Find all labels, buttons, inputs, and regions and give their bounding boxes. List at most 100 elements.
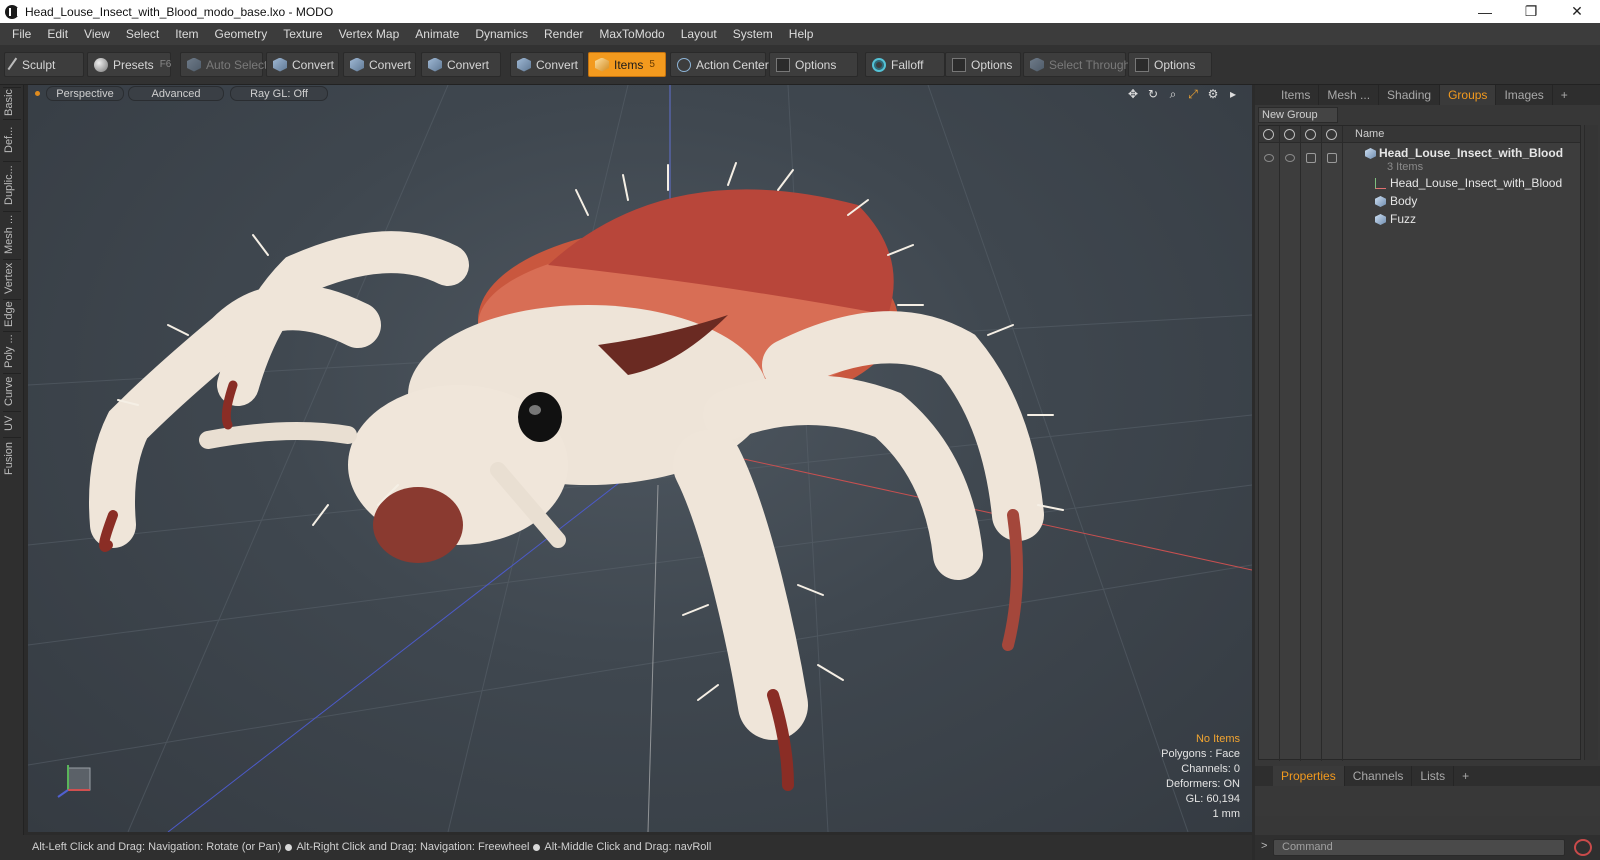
command-history-icon[interactable] — [1574, 839, 1592, 856]
convert-button-3[interactable]: Convert — [421, 52, 501, 77]
scene-render[interactable] — [28, 85, 1252, 832]
menu-maxtomodo[interactable]: MaxToModo — [591, 23, 672, 45]
close-button[interactable]: ✕ — [1554, 0, 1600, 23]
menu-dynamics[interactable]: Dynamics — [467, 23, 536, 45]
viewport-nav-icons: ✥ ↻ ⌕ ⤢ ⚙ ▸ — [1126, 87, 1240, 102]
lock-header-icon[interactable] — [1305, 129, 1316, 140]
sculpt-button[interactable]: Sculpt — [4, 52, 84, 77]
tree-row-group[interactable]: Head_Louse_Insect_with_Blood 3 Items — [1259, 144, 1580, 174]
convert-icon — [517, 57, 531, 72]
visibility-header-eye-icon[interactable] — [1263, 129, 1274, 140]
menu-system[interactable]: System — [725, 23, 781, 45]
command-arrow-icon: > — [1261, 840, 1268, 852]
tab-channels[interactable]: Channels — [1345, 766, 1413, 786]
tab-polygon[interactable]: Poly ... — [3, 331, 21, 371]
menu-view[interactable]: View — [76, 23, 118, 45]
tab-edge[interactable]: Edge — [3, 299, 21, 329]
viewport-menu-dot-icon[interactable] — [35, 91, 40, 96]
command-input[interactable]: Command — [1273, 839, 1565, 856]
items-mode-button[interactable]: Items 5 — [588, 52, 666, 77]
action-center-label: Action Center — [696, 57, 769, 72]
tab-groups[interactable]: Groups — [1440, 85, 1497, 105]
menu-help[interactable]: Help — [781, 23, 822, 45]
menu-vertex-map[interactable]: Vertex Map — [331, 23, 408, 45]
tab-items[interactable]: Items — [1273, 85, 1320, 105]
items-hotkey: 5 — [649, 59, 655, 70]
auto-select-button[interactable]: Auto Select — [180, 52, 267, 77]
restore-button[interactable]: ❐ — [1508, 0, 1554, 23]
status-hint-rotate: Alt-Left Click and Drag: Navigation: Rot… — [32, 841, 282, 853]
minimize-button[interactable]: — — [1462, 0, 1508, 23]
menu-geometry[interactable]: Geometry — [207, 23, 276, 45]
convert-button-2[interactable]: Convert — [343, 52, 416, 77]
zoom-icon[interactable]: ⌕ — [1166, 87, 1180, 102]
select-checkbox[interactable] — [1327, 153, 1337, 163]
sculpt-label: Sculpt — [22, 57, 56, 72]
tab-mesh[interactable]: Mesh ... — [1319, 85, 1380, 105]
right-panel-tabs: Items Mesh ... Shading Groups Images + — [1255, 85, 1600, 105]
convert-button-4[interactable]: Convert — [510, 52, 584, 77]
falloff-icon — [872, 57, 886, 72]
menu-layout[interactable]: Layout — [673, 23, 725, 45]
advanced-dropdown[interactable]: Advanced — [128, 86, 224, 101]
name-column-header[interactable]: Name — [1355, 128, 1384, 140]
checkbox-icon — [952, 57, 966, 72]
perspective-dropdown[interactable]: Perspective — [46, 86, 124, 101]
eye-icon[interactable] — [1264, 154, 1274, 162]
cube-icon — [187, 57, 201, 72]
options-button-2[interactable]: Options — [945, 52, 1021, 77]
select-through-button[interactable]: Select Through — [1023, 52, 1130, 77]
pan-icon[interactable]: ✥ — [1126, 87, 1140, 102]
menu-edit[interactable]: Edit — [39, 23, 76, 45]
tab-lists[interactable]: Lists — [1412, 766, 1455, 786]
options-button-1[interactable]: Options — [769, 52, 858, 77]
tab-images[interactable]: Images — [1496, 85, 1553, 105]
tab-mesh[interactable]: Mesh ... — [3, 211, 21, 257]
settings-gear-icon[interactable]: ⚙ — [1206, 87, 1220, 102]
tree-row-fuzz[interactable]: Fuzz — [1259, 211, 1580, 228]
add-tab-icon[interactable]: + — [1553, 85, 1576, 105]
modo-app-icon — [5, 4, 19, 19]
groups-scrollbar[interactable] — [1584, 125, 1598, 760]
tab-duplicate[interactable]: Duplic... — [3, 161, 21, 209]
tree-item-label: Fuzz — [1390, 212, 1417, 226]
presets-button[interactable]: Presets F6 — [87, 52, 171, 77]
tree-item-label: Head_Louse_Insect_with_Blood — [1390, 176, 1563, 190]
menu-texture[interactable]: Texture — [275, 23, 330, 45]
render-header-icon[interactable] — [1284, 129, 1295, 140]
fit-icon[interactable]: ⤢ — [1186, 87, 1200, 102]
tree-row-body[interactable]: Body — [1259, 193, 1580, 210]
tab-shading[interactable]: Shading — [1379, 85, 1441, 105]
tab-uv[interactable]: UV — [3, 411, 21, 435]
falloff-button[interactable]: Falloff — [865, 52, 945, 77]
axis-gizmo-icon — [57, 765, 91, 798]
presets-hotkey: F6 — [159, 59, 172, 70]
tab-curve[interactable]: Curve — [3, 373, 21, 409]
menu-item[interactable]: Item — [167, 23, 206, 45]
tab-properties[interactable]: Properties — [1273, 766, 1345, 786]
tree-row-locator[interactable]: Head_Louse_Insect_with_Blood — [1259, 175, 1580, 192]
convert-icon — [428, 57, 442, 72]
options-button-3[interactable]: Options — [1128, 52, 1212, 77]
add-tab-icon[interactable]: + — [1454, 766, 1477, 786]
tab-deform[interactable]: Def... — [3, 119, 21, 159]
menu-file[interactable]: File — [4, 23, 39, 45]
menu-animate[interactable]: Animate — [407, 23, 467, 45]
mesh-icon — [1375, 196, 1386, 207]
convert-button-1[interactable]: Convert — [266, 52, 339, 77]
tab-basic[interactable]: Basic — [3, 87, 21, 117]
tab-vertex[interactable]: Vertex — [3, 259, 21, 297]
render-icon[interactable] — [1285, 154, 1295, 162]
new-group-button[interactable]: New Group — [1258, 107, 1338, 123]
menu-render[interactable]: Render — [536, 23, 591, 45]
menu-select[interactable]: Select — [118, 23, 167, 45]
lock-checkbox[interactable] — [1306, 153, 1316, 163]
expand-arrow-icon[interactable]: ▸ — [1226, 87, 1240, 102]
select-header-icon[interactable] — [1326, 129, 1337, 140]
brush-icon — [7, 57, 21, 72]
tab-fusion[interactable]: Fusion — [3, 437, 21, 479]
raygl-dropdown[interactable]: Ray GL: Off — [230, 86, 328, 101]
action-center-button[interactable]: Action Center — [670, 52, 769, 77]
rotate-icon[interactable]: ↻ — [1146, 87, 1160, 102]
3d-viewport[interactable]: Perspective Advanced Ray GL: Off ✥ ↻ ⌕ ⤢… — [28, 85, 1252, 832]
